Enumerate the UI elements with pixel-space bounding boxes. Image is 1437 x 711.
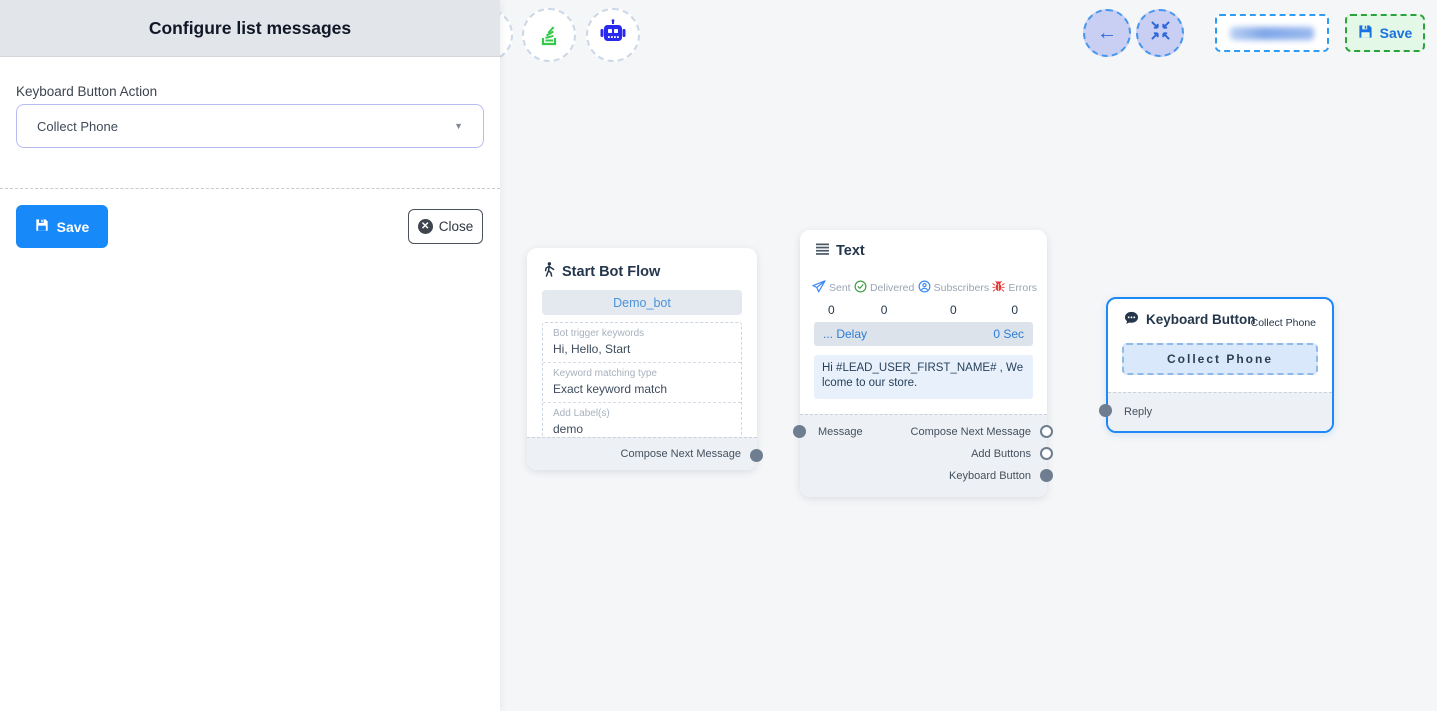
bug-icon <box>992 280 1005 296</box>
back-button[interactable]: ← <box>1083 9 1131 57</box>
message-text[interactable]: Hi #LEAD_USER_FIRST_NAME# , Welcome to o… <box>814 355 1033 399</box>
field-row: Keyword matching type Exact keyword matc… <box>543 363 741 403</box>
start-node-fields: Bot trigger keywords Hi, Hello, Start Ke… <box>542 322 742 443</box>
toolbar-stack-button[interactable] <box>522 8 576 62</box>
field-label: Add Label(s) <box>553 408 731 419</box>
stat-delivered: Delivered 0 <box>854 280 914 317</box>
stat-value: 0 <box>828 303 835 317</box>
bot-name-label: Demo_bot <box>613 296 671 310</box>
bot-name-button[interactable]: Demo_bot <box>542 290 742 315</box>
stat-sent: Sent 0 <box>812 280 851 317</box>
panel-close-label: Close <box>439 219 474 234</box>
port-text-keyboard-button[interactable] <box>1040 469 1053 482</box>
robot-icon <box>599 19 627 52</box>
panel-header: Configure list messages <box>0 0 500 57</box>
keyboard-action-select[interactable]: Collect Phone ▼ <box>16 104 484 148</box>
flow-builder-app: ← <box>0 0 1437 711</box>
save-icon <box>1358 24 1373 42</box>
stat-value: 0 <box>881 303 888 317</box>
flow-save-button[interactable]: Save <box>1345 14 1425 52</box>
stat-errors: Errors 0 <box>992 280 1037 317</box>
text-output-label: Keyboard Button <box>949 470 1031 482</box>
panel-close-button[interactable]: ✕ Close <box>408 209 483 244</box>
panel-title: Configure list messages <box>149 18 351 39</box>
back-arrow-icon: ← <box>1097 22 1117 45</box>
save-icon <box>35 218 49 235</box>
port-keyboard-reply-input[interactable] <box>1099 404 1112 417</box>
keyboard-button-node[interactable]: Keyboard Button Collect Phone Collect Ph… <box>1106 297 1334 433</box>
port-start-compose-next-message[interactable] <box>750 449 763 462</box>
panel-save-button[interactable]: Save <box>16 205 108 248</box>
text-node-footer: Message Compose Next Message Add Buttons… <box>800 414 1047 497</box>
selected-option: Collect Phone <box>37 119 118 134</box>
collect-phone-button[interactable]: Collect Phone <box>1122 343 1318 375</box>
field-row: Bot trigger keywords Hi, Hello, Start <box>543 323 741 363</box>
keyboard-action-field-label: Keyboard Button Action <box>16 84 157 99</box>
text-output-label: Compose Next Message <box>911 426 1031 438</box>
stat-label: Errors <box>1008 282 1037 294</box>
field-label: Bot trigger keywords <box>553 328 731 339</box>
redacted-button[interactable] <box>1215 14 1329 52</box>
close-icon: ✕ <box>418 219 433 234</box>
text-node-title: Text <box>836 243 865 259</box>
start-node-title: Start Bot Flow <box>562 264 660 280</box>
delay-value: 0 Sec <box>993 327 1024 341</box>
text-input-label: Message <box>818 426 863 438</box>
menu-lines-icon <box>816 243 829 259</box>
port-text-add-buttons[interactable] <box>1040 447 1053 460</box>
subscriber-icon <box>918 280 931 296</box>
collect-phone-label: Collect Phone <box>1167 352 1273 366</box>
stat-subscribers: Subscribers 0 <box>918 280 989 317</box>
start-bot-flow-node[interactable]: Start Bot Flow Demo_bot Bot trigger keyw… <box>527 248 757 470</box>
stat-label: Delivered <box>870 282 914 294</box>
flow-save-label: Save <box>1380 25 1413 41</box>
start-node-footer: Compose Next Message <box>527 437 757 470</box>
panel-save-label: Save <box>57 219 90 235</box>
text-node[interactable]: Text Sent 0 <box>800 230 1047 497</box>
field-value: Exact keyword match <box>553 382 731 396</box>
stat-label: Subscribers <box>934 282 989 294</box>
check-circle-icon <box>854 280 867 296</box>
reply-input-label: Reply <box>1124 406 1152 418</box>
stat-label: Sent <box>829 282 851 294</box>
keyboard-node-title: Keyboard Button <box>1146 312 1256 327</box>
port-text-message-input[interactable] <box>793 425 806 438</box>
field-value: demo <box>553 422 731 436</box>
walking-person-icon <box>543 262 555 281</box>
keyboard-action-label: Collect Phone <box>1251 317 1316 329</box>
delay-setting[interactable]: ... Delay 0 Sec <box>814 322 1033 346</box>
compress-icon <box>1151 21 1170 46</box>
field-label: Keyword matching type <box>553 368 731 379</box>
text-node-stats: Sent 0 Delivered 0 <box>812 280 1037 317</box>
toolbar-bot-button[interactable] <box>586 8 640 62</box>
delay-label: ... Delay <box>823 327 867 341</box>
fit-view-button[interactable] <box>1136 9 1184 57</box>
blurred-label <box>1230 27 1314 40</box>
speech-bubble-icon <box>1124 311 1139 328</box>
start-output-label: Compose Next Message <box>621 448 741 460</box>
stack-icon <box>535 19 563 52</box>
text-output-label: Add Buttons <box>971 448 1031 460</box>
keyboard-node-footer: Reply <box>1108 392 1332 431</box>
port-text-compose-next-message[interactable] <box>1040 425 1053 438</box>
stat-value: 0 <box>1011 303 1018 317</box>
field-value: Hi, Hello, Start <box>553 342 731 356</box>
panel-divider <box>0 188 500 189</box>
configure-panel: Configure list messages Keyboard Button … <box>0 0 500 711</box>
send-icon <box>812 280 826 296</box>
stat-value: 0 <box>950 303 957 317</box>
chevron-down-icon: ▼ <box>454 121 463 131</box>
